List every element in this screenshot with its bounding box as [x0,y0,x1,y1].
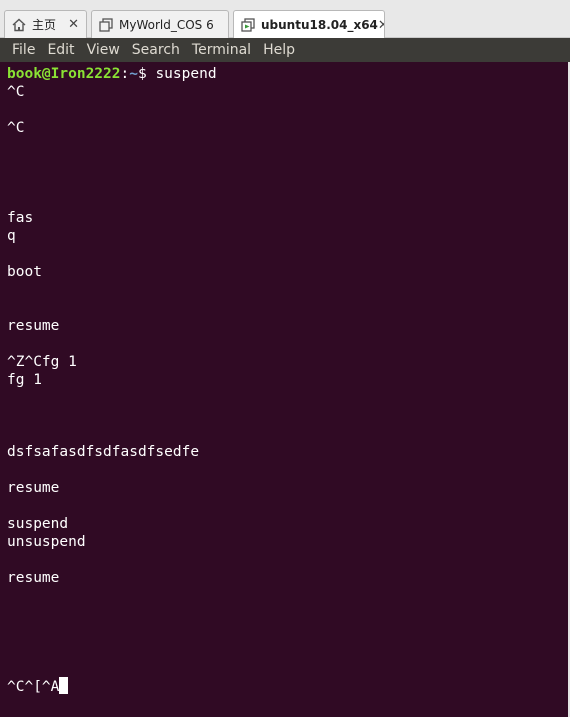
tab-bar: 主页 ✕ MyWorld_COS 6 ubuntu18.04_x64 ✕ [0,0,570,39]
terminal-current-line: ^C^[^A [7,677,570,695]
prompt-user: book@Iron2222 [7,66,121,82]
terminal-line: boot [7,264,42,280]
terminal-cursor [59,677,69,694]
terminal-line: fas [7,210,34,226]
prompt-command: suspend [155,66,217,82]
prompt-path: ~ [129,66,138,82]
terminal-line: suspend [7,516,69,532]
prompt-line: book@Iron2222:~$ suspend [7,65,570,83]
terminal-line: unsuspend [7,534,86,550]
menu-search[interactable]: Search [126,38,186,62]
tab-label: MyWorld_COS 6 [119,17,214,32]
tab-ubuntu[interactable]: ubuntu18.04_x64 ✕ [233,10,385,39]
current-input: ^C^[^A [7,679,60,695]
terminal-line: resume [7,318,60,334]
home-icon [11,17,27,33]
menu-edit[interactable]: Edit [41,38,80,62]
terminal-output[interactable]: book@Iron2222:~$ suspend ^C ^C fas q boot res… [0,62,570,717]
menu-bar: File Edit View Search Terminal Help [0,38,570,62]
menu-terminal[interactable]: Terminal [186,38,257,62]
terminal-lines: ^C ^C fas q boot resume ^Z^Cfg 1 fg 1 dsfsafasdf… [7,83,570,677]
menu-file[interactable]: File [0,38,41,62]
terminal-line: dsfsafasdfsdfasdfsedfe [7,444,200,460]
tab-label: ubuntu18.04_x64 [261,18,378,32]
terminal-line: ^Z^Cfg 1 [7,354,77,370]
vm-running-icon [240,17,256,33]
menu-help[interactable]: Help [257,38,301,62]
tab-home[interactable]: 主页 ✕ [4,10,87,38]
terminal-line: ^C [7,84,25,100]
close-icon[interactable]: ✕ [378,18,384,33]
menu-view[interactable]: View [81,38,126,62]
tab-label: 主页 [32,18,57,32]
prompt-symbol: $ [137,66,156,82]
terminal-line: resume [7,480,60,496]
terminal-line: q [7,228,16,244]
prompt-separator: : [120,66,130,82]
tab-myworld[interactable]: MyWorld_COS 6 [91,10,229,38]
terminal-line: ^C [7,120,25,136]
terminal-line: fg 1 [7,372,42,388]
close-icon[interactable]: ✕ [68,17,79,32]
terminal-line: resume [7,570,60,586]
vm-icon [98,17,114,33]
